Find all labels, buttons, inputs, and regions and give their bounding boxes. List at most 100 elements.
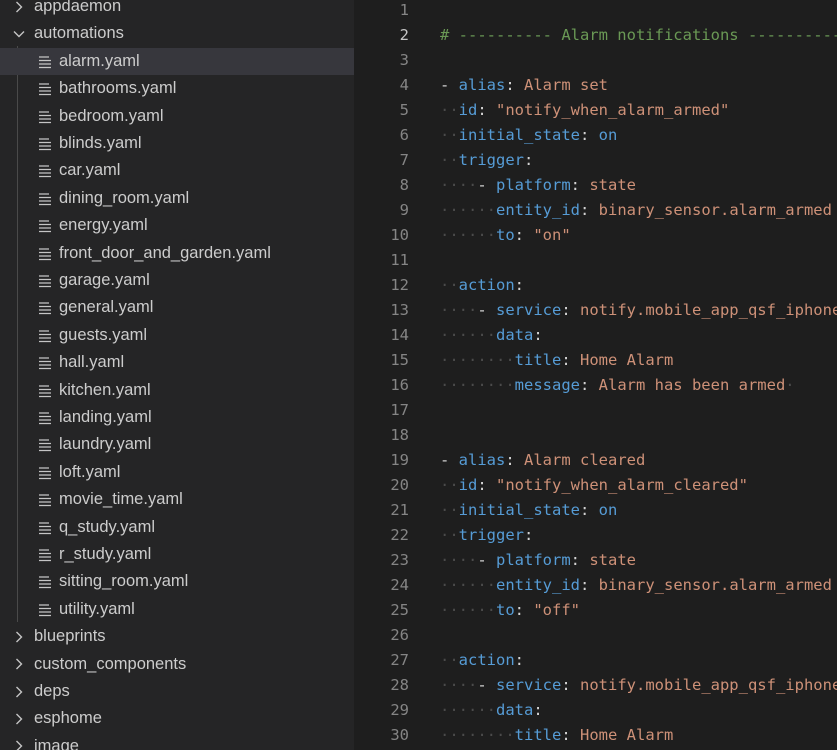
code-token: platform (496, 175, 571, 194)
code-line[interactable]: 14 ······data: (354, 323, 837, 348)
file-lines-icon (39, 548, 51, 562)
chevron-right-icon[interactable] (13, 684, 25, 700)
file-item[interactable]: bathrooms.yaml (0, 75, 354, 102)
code-line[interactable]: 21 ··initial_state: on (354, 498, 837, 523)
file-item[interactable]: blinds.yaml (0, 130, 354, 157)
code-editor[interactable]: 1 2 # ---------- Alarm notifications -----… (354, 0, 837, 750)
code-line[interactable]: 2 # ---------- Alarm notifications ------… (354, 23, 837, 48)
file-item[interactable]: garage.yaml (0, 267, 354, 294)
line-number: 29 (390, 700, 409, 719)
folder-custom-components[interactable]: custom_components (0, 651, 354, 678)
code-token: on (598, 500, 618, 519)
line-number: 6 (399, 125, 409, 144)
code-content: ··action: (440, 273, 524, 298)
code-line[interactable]: 25 ······to: "off" (354, 598, 837, 623)
file-item[interactable]: energy.yaml (0, 212, 354, 239)
file-item[interactable]: car.yaml (0, 157, 354, 184)
code-line[interactable]: 17 (354, 398, 837, 423)
file-label: sitting_room.yaml (59, 572, 189, 591)
code-line[interactable]: 1 (354, 0, 837, 23)
file-item[interactable]: hall.yaml (0, 349, 354, 376)
file-lines-icon (39, 247, 51, 260)
code-content: ··id: "notify_when_alarm_armed" (440, 98, 729, 123)
code-content: ····- platform: state (440, 173, 636, 198)
file-item[interactable]: q_study.yaml (0, 514, 354, 541)
folder-esphome[interactable]: esphome (0, 705, 354, 732)
code-line[interactable]: 16 ········message: Alarm has been armed· (354, 373, 837, 398)
code-line[interactable]: 29 ······data: (354, 698, 837, 723)
code-line[interactable]: 13 ····- service: notify.mobile_app_qsf_i… (354, 298, 837, 323)
code-line[interactable]: 19 - alias: Alarm cleared (354, 448, 837, 473)
code-line[interactable]: 11 (354, 248, 837, 273)
code-line[interactable]: 7 ··trigger: (354, 148, 837, 173)
file-item[interactable]: front_door_and_garden.yaml (0, 240, 354, 267)
code-line[interactable]: 27 ··action: (354, 648, 837, 673)
file-item[interactable]: kitchen.yaml (0, 377, 354, 404)
code-line[interactable]: 24 ······entity_id: binary_sensor.alarm_a… (354, 573, 837, 598)
file-label: bedroom.yaml (59, 106, 164, 125)
code-line[interactable]: 18 (354, 423, 837, 448)
code-line[interactable]: 26 (354, 623, 837, 648)
code-line[interactable]: 10 ······to: "on" (354, 223, 837, 248)
folder-blueprints[interactable]: blueprints (0, 623, 354, 650)
chevron-right-icon[interactable] (13, 711, 25, 727)
code-token: : (580, 200, 599, 219)
file-item[interactable]: laundry.yaml (0, 431, 354, 458)
code-line[interactable]: 28 ····- service: notify.mobile_app_qsf_i… (354, 673, 837, 698)
folder-label: esphome (34, 709, 102, 728)
chevron-right-icon[interactable] (13, 656, 25, 672)
code-token: - (477, 675, 496, 694)
code-line[interactable]: 8 ····- platform: state (354, 173, 837, 198)
code-content: - alias: Alarm set (440, 73, 608, 98)
code-token: title (514, 350, 562, 369)
line-number: 30 (390, 725, 409, 744)
code-line[interactable]: 12 ··action: (354, 273, 837, 298)
file-item[interactable]: r_study.yaml (0, 541, 354, 568)
folder-automations[interactable]: automations (0, 20, 354, 47)
file-item[interactable]: landing.yaml (0, 404, 354, 431)
file-item[interactable]: guests.yaml (0, 322, 354, 349)
code-line[interactable]: 15 ········title: Home Alarm (354, 348, 837, 373)
code-line[interactable]: 23 ····- platform: state (354, 548, 837, 573)
chevron-right-icon[interactable] (13, 0, 25, 15)
whitespace-marker: ·· (440, 100, 459, 119)
file-lines-icon (39, 164, 51, 178)
code-line[interactable]: 30 ········title: Home Alarm (354, 723, 837, 748)
chevron-right-icon[interactable] (13, 738, 25, 750)
chevron-down-icon[interactable] (13, 26, 25, 42)
code-line[interactable]: 6 ··initial_state: on (354, 123, 837, 148)
file-item[interactable]: utility.yaml (0, 596, 354, 623)
file-label: laundry.yaml (59, 435, 152, 454)
code-token: notify.mobile_app_qsf_iphone (580, 675, 837, 694)
code-line[interactable]: 3 (354, 48, 837, 73)
code-token: Home Alarm (580, 350, 674, 369)
folder-image[interactable]: image (0, 733, 354, 750)
file-item[interactable]: alarm.yaml (0, 47, 354, 75)
code-token: binary_sensor.alarm_armed (598, 200, 832, 219)
file-label: movie_time.yaml (59, 490, 183, 509)
code-line[interactable]: 9 ······entity_id: binary_sensor.alarm_ar… (354, 198, 837, 223)
code-token: state (589, 550, 636, 569)
chevron-right-icon[interactable] (13, 629, 25, 645)
line-number: 14 (390, 325, 409, 344)
folder-label: blueprints (34, 627, 106, 646)
code-line[interactable]: 22 ··trigger: (354, 523, 837, 548)
folder-deps[interactable]: deps (0, 678, 354, 705)
code-line[interactable]: 5 ··id: "notify_when_alarm_armed" (354, 98, 837, 123)
code-token: : (514, 600, 534, 619)
folder-appdaemon[interactable]: appdaemon (0, 0, 354, 20)
file-item[interactable]: loft.yaml (0, 459, 354, 486)
file-item[interactable]: bedroom.yaml (0, 103, 354, 130)
code-token: platform (496, 550, 571, 569)
code-line[interactable]: 4 - alias: Alarm set (354, 73, 837, 98)
code-line[interactable]: 20 ··id: "notify_when_alarm_cleared" (354, 473, 837, 498)
file-item[interactable]: general.yaml (0, 294, 354, 321)
code-token: state (589, 175, 636, 194)
code-token: : (561, 300, 580, 319)
file-item[interactable]: sitting_room.yaml (0, 568, 354, 595)
file-item[interactable]: movie_time.yaml (0, 486, 354, 513)
file-item[interactable]: dining_room.yaml (0, 185, 354, 212)
file-lines-icon (39, 137, 51, 151)
file-label: r_study.yaml (59, 545, 152, 563)
whitespace-marker: ···· (440, 675, 478, 694)
